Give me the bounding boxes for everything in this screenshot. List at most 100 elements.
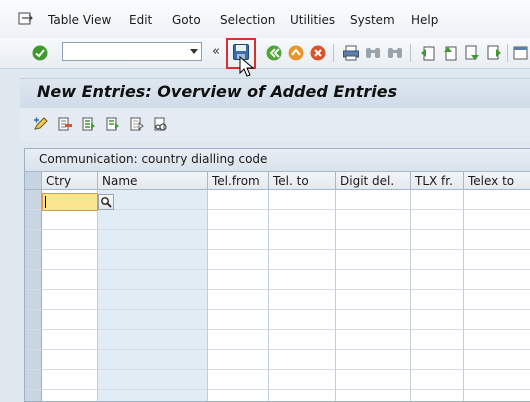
new-session-icon[interactable] bbox=[512, 44, 530, 62]
cell-tlx-from[interactable] bbox=[411, 330, 464, 350]
cell-name[interactable] bbox=[98, 190, 208, 210]
cell-ctry[interactable] bbox=[42, 290, 98, 310]
cell-ctry[interactable] bbox=[42, 390, 98, 401]
cell-digit-del[interactable] bbox=[336, 370, 411, 390]
cell-digit-del[interactable] bbox=[336, 250, 411, 270]
column-header-name[interactable]: Name bbox=[98, 172, 208, 190]
cell-tel-from[interactable] bbox=[208, 210, 269, 230]
cell-telex-to[interactable] bbox=[464, 270, 530, 290]
menu-system[interactable]: System bbox=[350, 13, 395, 27]
cell-tlx-from[interactable] bbox=[411, 350, 464, 370]
column-header-digit-del[interactable]: Digit del. bbox=[336, 172, 411, 190]
cell-tel-to[interactable] bbox=[269, 270, 336, 290]
cell-telex-to[interactable] bbox=[464, 350, 530, 370]
row-selector[interactable] bbox=[25, 370, 42, 390]
row-selector[interactable] bbox=[25, 230, 42, 250]
deselect-all-icon[interactable] bbox=[129, 116, 145, 132]
row-selector[interactable] bbox=[25, 210, 42, 230]
cell-telex-to[interactable] bbox=[464, 230, 530, 250]
row-selector[interactable] bbox=[25, 330, 42, 350]
cell-digit-del[interactable] bbox=[336, 330, 411, 350]
value-help-button[interactable] bbox=[98, 194, 114, 210]
cell-telex-to[interactable] bbox=[464, 370, 530, 390]
cell-telex-to[interactable] bbox=[464, 190, 530, 210]
select-all-icon[interactable] bbox=[81, 116, 97, 132]
exit-icon[interactable] bbox=[287, 44, 305, 62]
cell-name[interactable] bbox=[98, 330, 208, 350]
menu-utilities[interactable]: Utilities bbox=[290, 13, 335, 27]
cell-tel-from[interactable] bbox=[208, 310, 269, 330]
row-selector[interactable] bbox=[25, 390, 42, 401]
cell-tlx-from[interactable] bbox=[411, 290, 464, 310]
cell-tel-from[interactable] bbox=[208, 330, 269, 350]
cell-tlx-from[interactable] bbox=[411, 190, 464, 210]
cell-name[interactable] bbox=[98, 270, 208, 290]
cell-name[interactable] bbox=[98, 350, 208, 370]
first-page-icon[interactable] bbox=[419, 44, 437, 62]
cell-tel-to[interactable] bbox=[269, 350, 336, 370]
cell-tlx-from[interactable] bbox=[411, 250, 464, 270]
cell-tel-to[interactable] bbox=[269, 250, 336, 270]
cell-name[interactable] bbox=[98, 310, 208, 330]
transport-info-icon[interactable] bbox=[153, 116, 169, 132]
cell-digit-del[interactable] bbox=[336, 390, 411, 401]
row-selector[interactable] bbox=[25, 290, 42, 310]
cell-telex-to[interactable] bbox=[464, 210, 530, 230]
menu-goto[interactable]: Goto bbox=[172, 13, 201, 27]
cell-tel-to[interactable] bbox=[269, 190, 336, 210]
change-display-icon[interactable] bbox=[33, 116, 49, 132]
cell-telex-to[interactable] bbox=[464, 250, 530, 270]
cell-tel-to[interactable] bbox=[269, 370, 336, 390]
cell-tel-to[interactable] bbox=[269, 310, 336, 330]
cell-tel-from[interactable] bbox=[208, 250, 269, 270]
menu-selection[interactable]: Selection bbox=[220, 13, 275, 27]
cell-name[interactable] bbox=[98, 370, 208, 390]
column-header-tel-from[interactable]: Tel.from bbox=[208, 172, 269, 190]
cell-tel-from[interactable] bbox=[208, 370, 269, 390]
cell-ctry[interactable] bbox=[42, 250, 98, 270]
cell-name[interactable] bbox=[98, 210, 208, 230]
cell-ctry[interactable] bbox=[42, 370, 98, 390]
cell-ctry[interactable] bbox=[42, 270, 98, 290]
cell-digit-del[interactable] bbox=[336, 190, 411, 210]
menu-edit[interactable]: Edit bbox=[129, 13, 152, 27]
cell-tel-from[interactable] bbox=[208, 190, 269, 210]
cancel-icon[interactable] bbox=[309, 44, 327, 62]
enter-check-icon[interactable] bbox=[31, 44, 49, 62]
row-selector[interactable] bbox=[25, 250, 42, 270]
cell-tel-from[interactable] bbox=[208, 390, 269, 401]
cell-tel-from[interactable] bbox=[208, 270, 269, 290]
cell-ctry[interactable] bbox=[42, 330, 98, 350]
enter-menu-icon[interactable] bbox=[18, 12, 34, 26]
cell-tlx-from[interactable] bbox=[411, 390, 464, 401]
cell-tel-to[interactable] bbox=[269, 230, 336, 250]
cell-telex-to[interactable] bbox=[464, 290, 530, 310]
column-header-tlx-from[interactable]: TLX fr. bbox=[411, 172, 464, 190]
cell-digit-del[interactable] bbox=[336, 270, 411, 290]
cell-tlx-from[interactable] bbox=[411, 230, 464, 250]
cell-ctry[interactable] bbox=[42, 310, 98, 330]
cell-telex-to[interactable] bbox=[464, 330, 530, 350]
command-field[interactable] bbox=[62, 42, 202, 61]
row-selector[interactable] bbox=[25, 270, 42, 290]
cell-tel-from[interactable] bbox=[208, 350, 269, 370]
cell-ctry[interactable] bbox=[42, 230, 98, 250]
next-page-icon[interactable] bbox=[463, 44, 481, 62]
cell-name[interactable] bbox=[98, 230, 208, 250]
country-code-field[interactable] bbox=[43, 194, 97, 209]
cell-tlx-from[interactable] bbox=[411, 210, 464, 230]
cell-telex-to[interactable] bbox=[464, 310, 530, 330]
back-icon[interactable] bbox=[265, 44, 283, 62]
cell-digit-del[interactable] bbox=[336, 290, 411, 310]
cell-digit-del[interactable] bbox=[336, 210, 411, 230]
column-header-telex-to[interactable]: Telex to bbox=[464, 172, 530, 190]
cell-tel-to[interactable] bbox=[269, 330, 336, 350]
cell-tlx-from[interactable] bbox=[411, 310, 464, 330]
delete-icon[interactable] bbox=[57, 116, 73, 132]
column-header-ctry[interactable]: Ctry bbox=[42, 172, 98, 190]
menu-help[interactable]: Help bbox=[411, 13, 438, 27]
cell-tel-to[interactable] bbox=[269, 210, 336, 230]
menu-table-view[interactable]: Table View bbox=[48, 13, 111, 27]
previous-page-icon[interactable] bbox=[441, 44, 459, 62]
command-input[interactable] bbox=[65, 44, 187, 61]
